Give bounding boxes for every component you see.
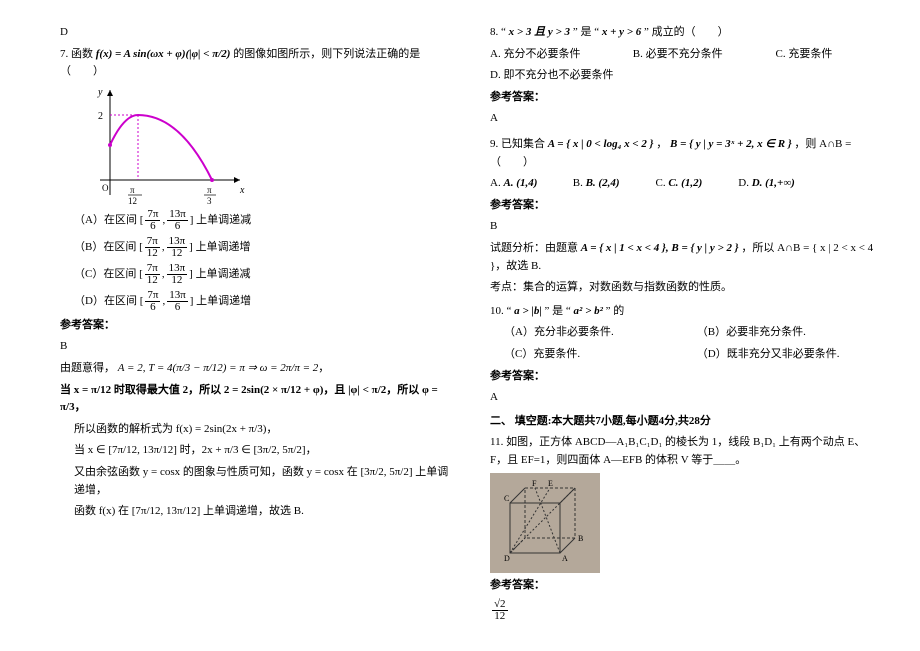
- svg-text:π: π: [207, 185, 212, 195]
- answer-label: 参考答案：: [60, 317, 450, 335]
- interval-icon: [7π6,13π6]: [140, 290, 194, 313]
- q7-expl6: 函数 f(x) 在 [7π/12, 13π/12] 上单调递增，故选 B.: [74, 503, 450, 521]
- q7-stem: 7. 函数 f(x) = A sin(ωx + φ)(|φ| < π/2) 的图…: [60, 46, 450, 81]
- interval-icon: [7π12,13π12]: [139, 236, 193, 259]
- q8-options-row1: A. 充分不必要条件 B. 必要不充分条件 C. 充要条件: [490, 46, 880, 64]
- q7-func: f(x) = A sin(ωx + φ)(|φ| < π/2): [96, 48, 231, 60]
- q7-option-c: （C）在区间 [7π12,13π12] 上单调递减: [74, 263, 450, 286]
- svg-text:x: x: [239, 185, 245, 196]
- interval-icon: [7π12,13π12]: [139, 263, 193, 286]
- svg-text:O: O: [102, 183, 109, 193]
- q9-kaodian: 考点：集合的运算，对数函数与指数函数的性质。: [490, 279, 880, 297]
- q7-graph: x y O 2 π 12 π 3: [90, 85, 250, 205]
- svg-text:3: 3: [207, 196, 212, 205]
- q10-row1: （A）充分非必要条件. （B）必要非充分条件.: [504, 324, 880, 342]
- q11-answer: √212: [490, 599, 880, 622]
- q10-row2: （C）充要条件. （D）既非充分又非必要条件.: [504, 346, 880, 364]
- svg-text:E: E: [548, 479, 553, 488]
- svg-text:D: D: [504, 554, 510, 563]
- left-column: D 7. 函数 f(x) = A sin(ωx + φ)(|φ| < π/2) …: [60, 20, 470, 631]
- answer-label: 参考答案：: [490, 197, 880, 215]
- q10-answer: A: [490, 389, 880, 407]
- prev-answer-d: D: [60, 24, 450, 42]
- q7-expl4: 当 x ∈ [7π/12, 13π/12] 时，2x + π/3 ∈ [3π/2…: [74, 442, 450, 460]
- answer-label: 参考答案：: [490, 89, 880, 107]
- q10-stem: 10. “ a > |b| ” 是 “ a² > b² ” 的: [490, 303, 880, 321]
- q11-answer-frac: √212: [492, 599, 508, 622]
- svg-text:A: A: [562, 554, 568, 563]
- section-2-title: 二、 填空题:本大题共7小题,每小题4分,共28分: [490, 413, 880, 431]
- q7-expl5: 又由余弦函数 y = cosx 的图象与性质可知，函数 y = cosx 在 […: [74, 464, 450, 499]
- q7-expl1: 由题意得， A = 2, T = 4(π/3 − π/12) = π ⇒ ω =…: [60, 360, 450, 378]
- q7-prefix: 7. 函数: [60, 48, 93, 60]
- svg-text:y: y: [97, 87, 103, 98]
- answer-label: 参考答案：: [490, 577, 880, 595]
- q9-expl: 试题分析：由题意 A = { x | 1 < x < 4 }, B = { y …: [490, 240, 880, 275]
- q7-option-b: （B）在区间 [7π12,13π12] 上单调递增: [74, 236, 450, 259]
- q11-stem: 11. 如图，正方体 ABCD—A₁B₁C₁D₁ 的棱长为 1，线段 B₁D₁ …: [490, 434, 880, 469]
- q7-option-d: （D）在区间 [7π6,13π6] 上单调递增: [74, 290, 450, 313]
- q7-option-a: （A）在区间 [7π6,13π6] 上单调递减: [74, 209, 450, 232]
- q9-options: A. A. (1,4) B. B. (2,4) C. C. (1,2) D. D…: [490, 175, 880, 193]
- svg-text:π: π: [130, 185, 135, 195]
- svg-text:B: B: [578, 534, 583, 543]
- q9-stem: 9. 已知集合 A = { x | 0 < log₄ x < 2 } ， B =…: [490, 136, 880, 171]
- svg-text:2: 2: [98, 111, 103, 122]
- q11-cube-figure: C D A B F E: [490, 473, 600, 573]
- svg-text:12: 12: [128, 196, 137, 205]
- q7-expl2: 当 x = π/12 时取得最大值 2，所以 2 = 2sin(2 × π/12…: [60, 382, 450, 417]
- q8-answer: A: [490, 110, 880, 128]
- interval-icon: [7π6,13π6]: [140, 209, 194, 232]
- svg-text:F: F: [532, 479, 537, 488]
- q7-answer: B: [60, 338, 450, 356]
- q8-stem: 8. “ x > 3 且 y > 3 ” 是 “ x + y > 6 ” 成立的…: [490, 24, 880, 42]
- right-column: 8. “ x > 3 且 y > 3 ” 是 “ x + y > 6 ” 成立的…: [470, 20, 880, 631]
- answer-label: 参考答案：: [490, 368, 880, 386]
- q8-option-d: D. 即不充分也不必要条件: [490, 67, 880, 85]
- q7-expl3: 所以函数的解析式为 f(x) = 2sin(2x + π/3)，: [74, 421, 450, 439]
- svg-text:C: C: [504, 494, 509, 503]
- q9-answer: B: [490, 218, 880, 236]
